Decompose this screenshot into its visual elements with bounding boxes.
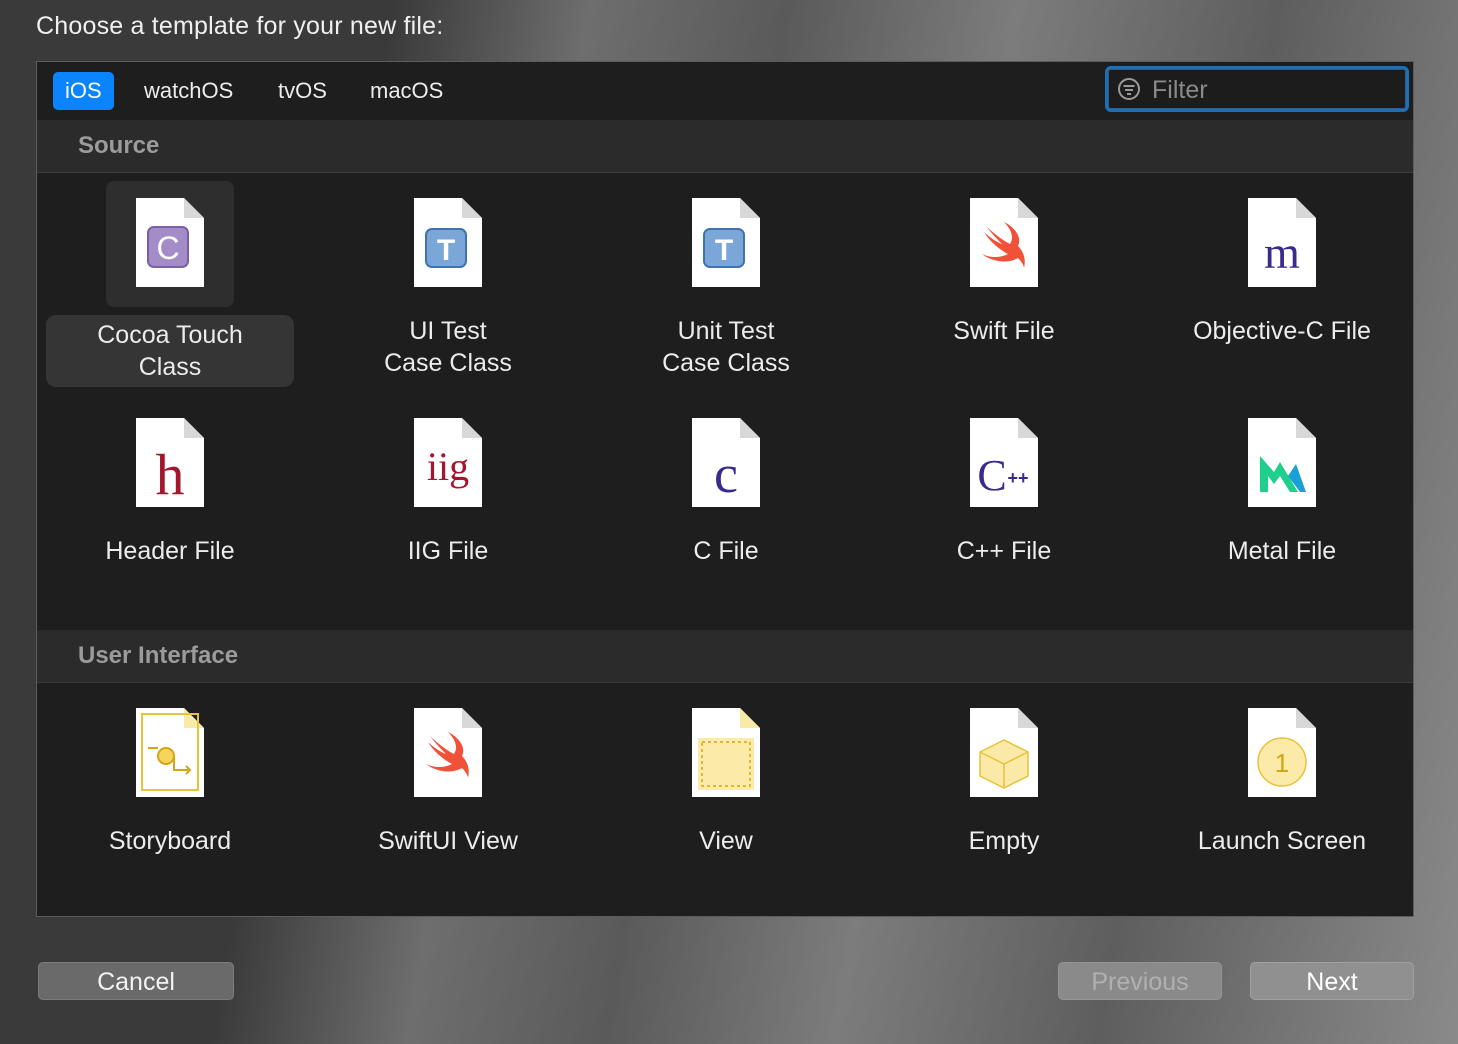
template-label: UI Test Case Class [384, 317, 512, 377]
view-icon [692, 708, 760, 797]
tab-tvos[interactable]: tvOS [266, 72, 339, 110]
swift-file-icon [970, 198, 1038, 287]
template-cpp-file[interactable]: C ++ C++ File [880, 401, 1128, 611]
svg-text:1: 1 [1275, 748, 1289, 778]
template-label: C++ File [956, 537, 1052, 565]
template-label: Swift File [953, 317, 1055, 345]
template-chooser-panel: iOS watchOS tvOS macOS Source C Cocoa To… [36, 61, 1414, 917]
platform-tab-bar: iOS watchOS tvOS macOS [37, 62, 1413, 121]
template-label: Storyboard [108, 827, 232, 855]
iig-file-icon: iig [414, 418, 482, 507]
swiftui-view-icon [414, 708, 482, 797]
template-storyboard[interactable]: Storyboard [46, 691, 294, 901]
template-label: Cocoa Touch Class [46, 315, 294, 387]
dialog-prompt: Choose a template for your new file: [36, 12, 444, 40]
template-cocoa-touch-class[interactable]: C Cocoa Touch Class [46, 181, 294, 391]
template-swift-file[interactable]: Swift File [880, 181, 1128, 391]
template-label: Unit Test Case Class [662, 317, 790, 377]
section-title-user-interface: User Interface [78, 642, 239, 669]
svg-text:c: c [714, 444, 738, 504]
svg-text:C: C [977, 451, 1006, 500]
cpp-file-icon: C ++ [970, 418, 1038, 507]
storyboard-icon [136, 708, 204, 797]
cancel-button[interactable]: Cancel [38, 962, 234, 1000]
template-empty[interactable]: Empty [880, 691, 1128, 901]
cocoa-touch-class-icon: C [136, 198, 204, 287]
svg-text:T: T [715, 234, 733, 267]
template-launch-screen[interactable]: 1 Launch Screen [1158, 691, 1406, 901]
unit-test-case-class-icon: T [692, 198, 760, 287]
section-title-source: Source [78, 132, 160, 159]
previous-button[interactable]: Previous [1058, 962, 1222, 1000]
template-unit-test-case-class[interactable]: T Unit Test Case Class [602, 181, 850, 391]
section-header-user-interface: User Interface [37, 630, 1413, 683]
metal-file-icon [1248, 418, 1316, 507]
svg-text:++: ++ [1007, 468, 1028, 488]
tab-macos[interactable]: macOS [358, 72, 455, 110]
template-label: Metal File [1227, 537, 1337, 565]
template-label: Objective-C File [1193, 317, 1371, 345]
template-label: SwiftUI View [378, 827, 518, 855]
next-button[interactable]: Next [1250, 962, 1414, 1000]
filter-input[interactable] [1150, 73, 1404, 107]
filter-icon [1118, 78, 1140, 100]
template-label: C File [693, 537, 759, 565]
template-c-file[interactable]: c C File [602, 401, 850, 611]
template-header-file[interactable]: h Header File [46, 401, 294, 611]
template-ui-test-case-class[interactable]: T UI Test Case Class [324, 181, 572, 391]
svg-text:m: m [1264, 227, 1300, 278]
svg-text:T: T [437, 234, 455, 267]
objective-c-file-icon: m [1248, 198, 1316, 287]
template-label: View [699, 827, 753, 855]
launch-screen-icon: 1 [1248, 708, 1316, 797]
template-label: Header File [105, 537, 235, 565]
section-header-source: Source [37, 120, 1413, 173]
ui-test-case-class-icon: T [414, 198, 482, 287]
c-file-icon: c [692, 418, 760, 507]
template-label: Launch Screen [1197, 827, 1367, 855]
header-file-icon: h [136, 418, 204, 507]
tab-ios[interactable]: iOS [53, 72, 114, 110]
svg-text:C: C [156, 230, 179, 266]
empty-icon [970, 708, 1038, 797]
template-swiftui-view[interactable]: SwiftUI View [324, 691, 572, 901]
template-metal-file[interactable]: Metal File [1158, 401, 1406, 611]
template-iig-file[interactable]: iig IIG File [324, 401, 572, 611]
tab-watchos[interactable]: watchOS [132, 72, 245, 110]
template-label: IIG File [407, 537, 489, 565]
template-label: Empty [968, 827, 1040, 855]
svg-text:h: h [156, 442, 185, 507]
filter-field[interactable] [1105, 66, 1409, 112]
template-view[interactable]: View [602, 691, 850, 901]
svg-text:iig: iig [427, 444, 469, 489]
template-objective-c-file[interactable]: m Objective-C File [1158, 181, 1406, 391]
